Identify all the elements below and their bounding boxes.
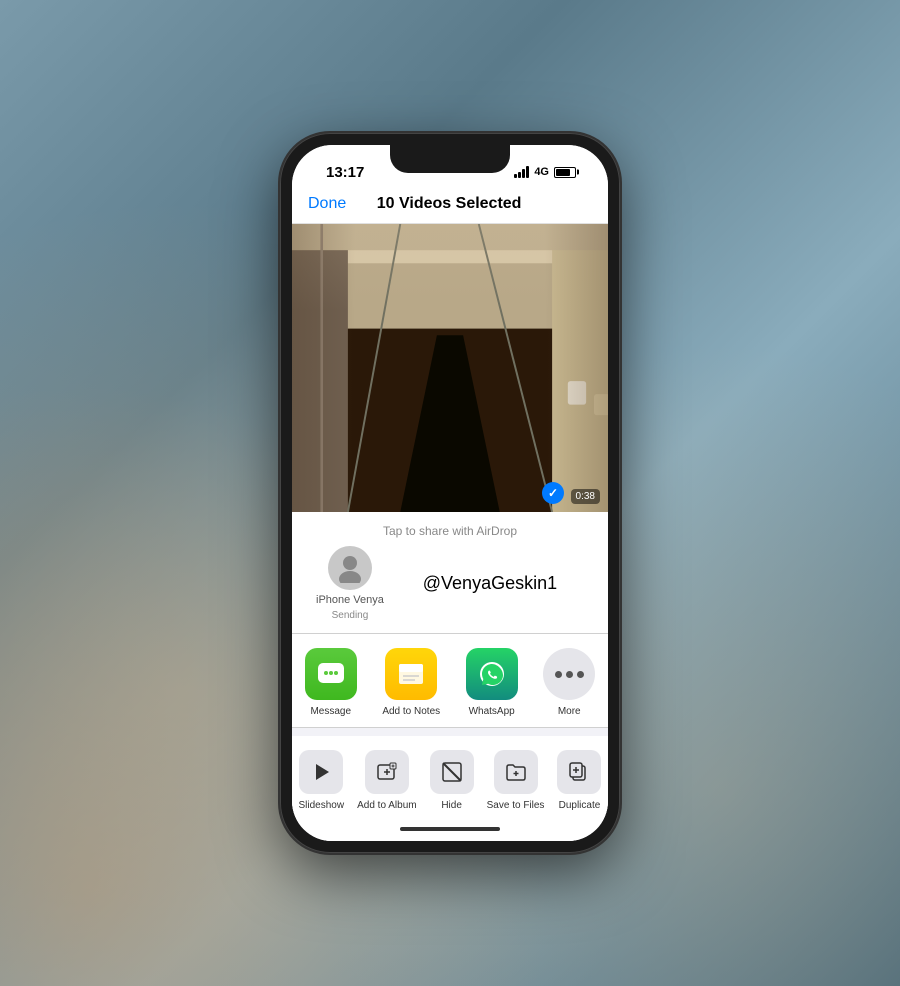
top-bar: Done 10 Videos Selected (292, 189, 608, 224)
app-item-whatsapp[interactable]: WhatsApp (466, 648, 518, 717)
battery-icon (554, 167, 576, 178)
three-dots-icon (555, 671, 584, 678)
message-svg (316, 659, 346, 689)
app-item-more[interactable]: More (543, 648, 595, 717)
network-label: 4G (534, 166, 549, 178)
notes-icon (385, 648, 437, 700)
status-time: 13:17 (316, 164, 364, 181)
photo-area: ✓ 0:38 (292, 224, 608, 512)
play-icon (310, 761, 332, 783)
action-item-add-album[interactable]: Add to Album (357, 750, 416, 811)
app-label-more: More (558, 706, 581, 717)
selected-badge: ✓ (542, 482, 564, 504)
action-label-slideshow: Slideshow (299, 800, 345, 811)
person-icon (335, 553, 365, 583)
duplicate-icon (568, 761, 590, 783)
folder-icon (505, 761, 527, 783)
device-name: iPhone Venya (316, 594, 384, 606)
airdrop-section: Tap to share with AirDrop iPhone Venya S… (292, 512, 608, 634)
status-icons: 4G (514, 166, 584, 178)
avatar (328, 546, 372, 590)
home-bar (400, 827, 500, 831)
airdrop-device[interactable]: iPhone Venya Sending (316, 546, 384, 621)
signal-icon (514, 166, 529, 178)
app-item-notes[interactable]: Add to Notes (382, 648, 440, 717)
message-icon (305, 648, 357, 700)
app-label-message: Message (310, 706, 351, 717)
action-label-duplicate: Duplicate (559, 800, 601, 811)
username: @VenyaGeskin1 (423, 573, 557, 593)
video-duration: 0:38 (571, 489, 600, 504)
device-status: Sending (332, 610, 369, 621)
share-sheet: Tap to share with AirDrop iPhone Venya S… (292, 512, 608, 841)
phone-screen: 13:17 4G Done 10 Videos Selected (292, 145, 608, 841)
apps-row: Message Add to Notes (292, 634, 608, 728)
home-indicator (292, 821, 608, 841)
add-album-icon-bg (365, 750, 409, 794)
action-item-save-files[interactable]: Save to Files (487, 750, 545, 811)
notes-svg (395, 658, 427, 690)
app-label-notes: Add to Notes (382, 706, 440, 717)
page-title: 10 Videos Selected (377, 195, 522, 213)
action-item-duplicate[interactable]: Duplicate (557, 750, 601, 811)
airdrop-label: Tap to share with AirDrop (308, 524, 592, 538)
phone-frame: 13:17 4G Done 10 Videos Selected (280, 133, 620, 853)
app-label-whatsapp: WhatsApp (469, 706, 515, 717)
status-bar: 13:17 4G (292, 145, 608, 189)
app-item-message[interactable]: Message (305, 648, 357, 717)
hide-icon (441, 761, 463, 783)
actions-row: Slideshow Add to Album (292, 736, 608, 821)
whatsapp-svg (476, 658, 508, 690)
action-label-save-files: Save to Files (487, 800, 545, 811)
whatsapp-icon (466, 648, 518, 700)
add-album-icon (376, 761, 398, 783)
done-button[interactable]: Done (308, 195, 346, 213)
photo-svg (292, 224, 608, 512)
duplicate-icon-bg (557, 750, 601, 794)
more-icon (543, 648, 595, 700)
hide-icon-bg (430, 750, 474, 794)
action-item-hide[interactable]: Hide (430, 750, 474, 811)
action-item-slideshow[interactable]: Slideshow (299, 750, 345, 811)
photo-content (292, 224, 608, 512)
action-label-hide: Hide (441, 800, 462, 811)
slideshow-icon-bg (299, 750, 343, 794)
action-label-add-album: Add to Album (357, 800, 416, 811)
save-files-icon-bg (494, 750, 538, 794)
